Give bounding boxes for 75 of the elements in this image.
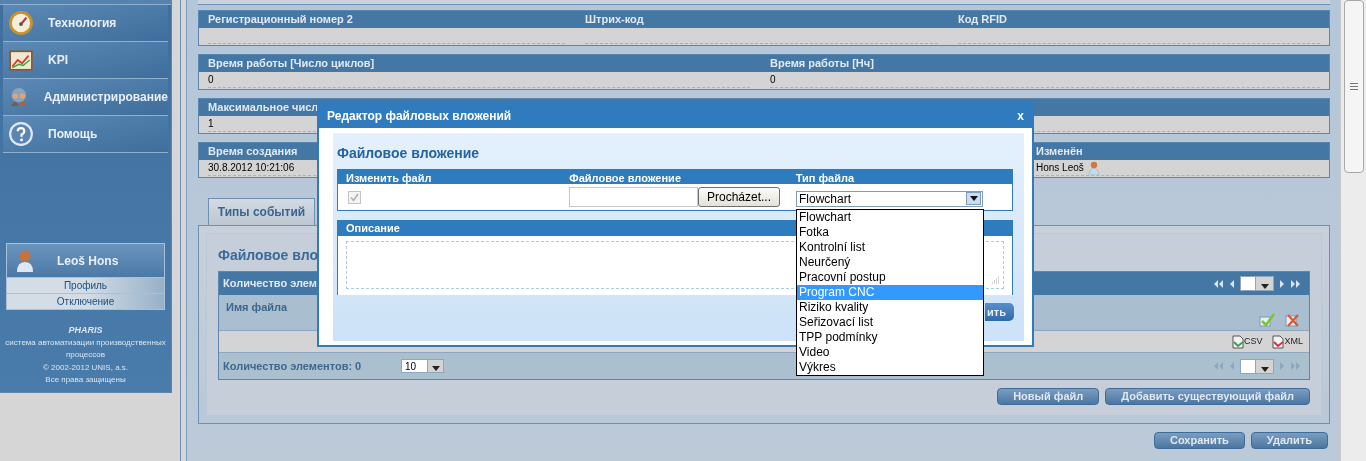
menu-item[interactable]: Администрирование — [3, 79, 168, 116]
last-page-icon — [1291, 279, 1301, 288]
partial-button[interactable]: ить — [985, 303, 1014, 321]
section-title: Файловое вложение — [337, 144, 481, 163]
field-value: 1 — [208, 117, 214, 131]
help-icon — [8, 121, 34, 147]
page-select[interactable] — [1240, 276, 1274, 291]
caret-icon — [1260, 366, 1269, 372]
file-icon — [1231, 334, 1244, 349]
field-value: Hons Leoš — [1036, 161, 1084, 175]
close-button[interactable]: x — [1017, 106, 1024, 125]
caret-icon — [431, 366, 440, 371]
column-header: Файловое вложение — [569, 171, 682, 184]
caret-icon — [1260, 284, 1269, 289]
dropdown-option[interactable]: Video — [797, 345, 983, 360]
field-label: Код RFID — [958, 12, 1007, 28]
dropdown-option[interactable]: Seřizovací list — [797, 315, 983, 330]
field-value: 0 — [208, 73, 214, 87]
user-avatar-icon — [15, 248, 35, 273]
field-label: Изменён — [1036, 144, 1083, 160]
field-label: Регистрационный номер 2 — [208, 12, 353, 28]
next-page-icon — [1280, 279, 1285, 288]
first-page-icon — [1213, 279, 1223, 288]
field-value: 0 — [770, 73, 776, 87]
delete-icon — [1285, 313, 1299, 327]
previous-page-icon — [1229, 279, 1234, 288]
field-label: Максимальное числ — [208, 100, 319, 116]
resize-grip-icon — [991, 276, 1000, 285]
grid-header-text: Количество элем — [223, 276, 317, 292]
browse-button[interactable]: Procházet... — [698, 187, 780, 207]
product-logo: PHARIS — [68, 324, 103, 337]
user-menu-link[interactable]: Отключение — [7, 293, 164, 309]
page-select[interactable] — [1240, 358, 1274, 374]
scrollbar-thumb[interactable] — [1343, 0, 1364, 173]
footer-text: Все права защищены — [45, 374, 126, 386]
column-header: Тип файла — [795, 171, 856, 184]
page-size-select[interactable]: 10 — [401, 359, 444, 373]
footer-text: © 2002-2012 UNIS, a.s. — [42, 361, 129, 374]
dropdown-option[interactable]: Riziko kvality — [797, 300, 983, 315]
menu-item[interactable]: Помощь — [3, 116, 168, 153]
tab[interactable]: Типы событий — [208, 198, 315, 225]
field-label: Время создания — [208, 144, 298, 160]
export-button[interactable]: CSV — [1231, 334, 1263, 349]
previous-page-icon — [1229, 362, 1234, 370]
export-button[interactable]: XML — [1272, 334, 1303, 349]
field-label: Штрих-код — [585, 12, 644, 28]
dropdown-option[interactable]: Výkres — [797, 360, 983, 375]
grip-icon — [1349, 83, 1358, 90]
file-type-select[interactable]: Flowchart — [796, 190, 983, 207]
user-menu-link[interactable]: Профиль — [7, 277, 164, 293]
file-input[interactable] — [569, 187, 698, 207]
scrollbar[interactable] — [1340, 0, 1366, 461]
gauge-icon — [8, 10, 34, 36]
first-page-icon — [1213, 362, 1223, 370]
dropdown-option[interactable]: Kontrolní list — [797, 240, 983, 255]
last-page-icon — [1291, 362, 1301, 370]
footer-text: система автоматизации производственных процессов — [4, 336, 167, 361]
menu-item[interactable]: Технология — [3, 5, 168, 42]
column-header: Изменить файл — [346, 171, 433, 184]
caret-icon — [969, 196, 978, 201]
field-label: Время работы [Число циклов] — [208, 56, 375, 72]
user-name: Leoš Hons — [57, 252, 119, 270]
item-count: Количество элементов: 0 — [223, 358, 363, 374]
next-page-icon — [1280, 362, 1285, 370]
file-icon — [1272, 334, 1285, 349]
dropdown-option[interactable]: TPP podmínky — [797, 330, 983, 345]
field-value: 30.8.2012 10:21:06 — [208, 161, 295, 175]
dialog-title: Редактор файловых вложений — [327, 107, 512, 125]
dropdown-option[interactable]: Neurčený — [797, 255, 983, 270]
dropdown-option[interactable]: Pracovní postup — [797, 270, 983, 285]
field-label: Время работы [Нч] — [770, 56, 874, 72]
menu-item[interactable]: KPI — [3, 42, 168, 79]
checkmark-icon — [1259, 313, 1275, 327]
column-header: Имя файла — [226, 300, 288, 315]
section-title: Файловое вло — [218, 246, 318, 265]
